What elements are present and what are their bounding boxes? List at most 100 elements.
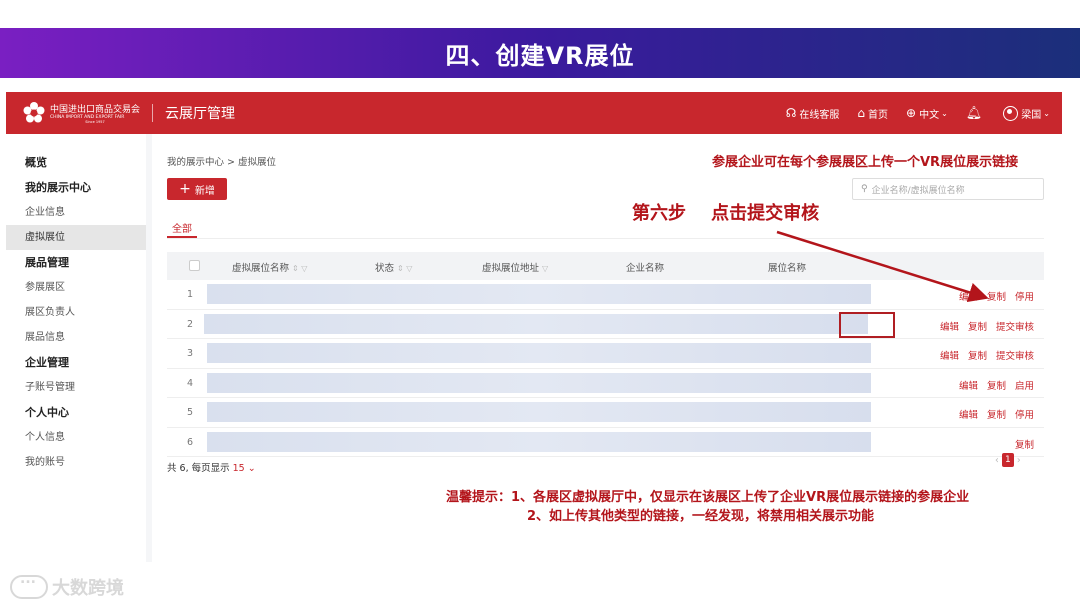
sidebar-item-display-center[interactable]: 我的展示中心 <box>6 175 146 200</box>
page-number-button[interactable]: 1 <box>1001 453 1014 467</box>
search-placeholder: 企业名称/虚拟展位名称 <box>871 185 965 196</box>
row-actions: 复制 <box>1015 437 1034 451</box>
copy-link[interactable]: 复制 <box>968 319 987 333</box>
table-header: 虚拟展位名称 ⇕ ▽ 状态 ⇕ ▽ 虚拟展位地址 ▽ 企业名称 展位名称 <box>167 252 1044 280</box>
select-all-checkbox[interactable] <box>189 260 200 271</box>
sidebar-item-company-management[interactable]: 企业管理 <box>6 350 146 375</box>
blurred-row-content <box>204 313 868 334</box>
annotation-top-note: 参展企业可在每个参展展区上传一个VR展位展示链接 <box>712 155 1019 170</box>
table-row: 2 编辑 复制 提交审核 <box>167 310 1044 339</box>
enable-link[interactable]: 启用 <box>1015 378 1034 392</box>
annotation-tip-2: 2、如上传其他类型的链接，一经发现，将禁用相关展示功能 <box>527 509 875 524</box>
pagination: ‹ 1 › <box>995 453 1021 467</box>
row-actions: 编辑 复制 提交审核 <box>940 319 1034 333</box>
edit-link[interactable]: 编辑 <box>959 289 978 303</box>
headset-icon: ☊ <box>785 106 797 120</box>
online-service-link[interactable]: ☊ 在线客服 <box>786 106 840 121</box>
sidebar-item-exhibit-info[interactable]: 展品信息 <box>6 325 146 350</box>
col-booth-name[interactable]: 虚拟展位名称 ⇕ ▽ <box>232 260 307 274</box>
edit-link[interactable]: 编辑 <box>940 348 959 362</box>
sidebar-item-my-account[interactable]: 我的账号 <box>6 450 146 475</box>
flower-logo-icon <box>23 102 45 123</box>
pagination-summary: 共 6, 每页显示 15 ⌄ <box>167 463 256 474</box>
globe-icon: ⊕ <box>906 106 917 120</box>
avatar-icon <box>1003 105 1019 121</box>
disable-link[interactable]: 停用 <box>1015 407 1034 421</box>
table-row: 3 编辑 复制 提交审核 <box>167 339 1044 369</box>
edit-link[interactable]: 编辑 <box>959 378 978 392</box>
slide-title: 四、创建VR展位 <box>445 41 635 70</box>
table-row: 5 编辑 复制 停用 <box>167 398 1044 428</box>
col-stand-name: 展位名称 <box>768 263 807 274</box>
col-booth-address[interactable]: 虚拟展位地址 ▽ <box>482 260 548 274</box>
header-divider <box>152 104 154 122</box>
sidebar-item-personal-info[interactable]: 个人信息 <box>6 425 146 450</box>
annotation-step: 第六步 点击提交审核 <box>632 203 820 224</box>
copy-link[interactable]: 复制 <box>987 289 1006 303</box>
language-dropdown[interactable]: ⊕ 中文 ⌄ <box>906 106 948 121</box>
col-company-name: 企业名称 <box>626 263 665 274</box>
watermark-logo-icon <box>10 571 48 599</box>
sidebar-item-overview[interactable]: 概览 <box>6 150 146 175</box>
blurred-row-content <box>207 431 871 452</box>
sidebar-item-exhibit-zone[interactable]: 参展展区 <box>6 275 146 300</box>
chevron-down-icon: ⌄ <box>1043 108 1050 118</box>
user-menu[interactable]: 梁国 ⌄ <box>1003 105 1050 121</box>
breadcrumb: 我的展示中心 > 虚拟展位 <box>167 157 276 168</box>
home-icon: ⌂ <box>857 106 866 120</box>
table-row: 4 编辑 复制 启用 <box>167 369 1044 398</box>
edit-link[interactable]: 编辑 <box>959 407 978 421</box>
highlight-box <box>839 312 895 338</box>
search-icon: ⚲ <box>861 184 868 194</box>
sort-icon: ⇕ ▽ <box>292 264 308 273</box>
notification-bell[interactable]: 🔔︎ <box>966 106 986 121</box>
blurred-row-content <box>207 372 871 393</box>
filter-icon: ▽ <box>542 264 549 273</box>
row-actions: 编辑 复制 停用 <box>959 289 1034 303</box>
search-input[interactable]: ⚲ 企业名称/虚拟展位名称 <box>852 178 1044 200</box>
annotation-tip-1: 温馨提示：1、各展区虚拟展厅中，仅显示在该展区上传了企业VR展位展示链接的参展企… <box>446 490 970 505</box>
table-row: 6 复制 <box>167 428 1044 457</box>
sidebar-item-personal-center[interactable]: 个人中心 <box>6 400 146 425</box>
sidebar-item-zone-manager[interactable]: 展区负责人 <box>6 300 146 325</box>
copy-link[interactable]: 复制 <box>1015 437 1034 451</box>
blurred-row-content <box>207 402 871 422</box>
copy-link[interactable]: 复制 <box>987 378 1006 392</box>
page-size-select[interactable]: 15 ⌄ <box>233 463 256 474</box>
sidebar-item-sub-accounts[interactable]: 子账号管理 <box>6 375 146 400</box>
edit-link[interactable]: 编辑 <box>940 319 959 333</box>
blurred-row-content <box>207 284 871 304</box>
next-page-button[interactable]: › <box>1017 455 1021 466</box>
watermark: 大数跨境 <box>10 571 124 600</box>
add-button[interactable]: + 新增 <box>167 178 227 200</box>
chevron-down-icon: ⌄ <box>941 108 948 118</box>
tab-divider <box>167 238 1044 239</box>
sidebar: 概览 我的展示中心 企业信息 虚拟展位 展品管理 参展展区 展区负责人 展品信息… <box>6 134 146 562</box>
bell-icon: 🔔︎ <box>965 105 983 121</box>
submit-review-link[interactable]: 提交审核 <box>996 319 1034 333</box>
prev-page-button[interactable]: ‹ <box>995 455 999 466</box>
col-status[interactable]: 状态 ⇕ ▽ <box>375 260 412 274</box>
blurred-row-content <box>207 343 871 363</box>
sidebar-item-exhibit-management[interactable]: 展品管理 <box>6 250 146 275</box>
logo-cn-text: 中国进出口商品交易会 <box>50 105 141 115</box>
tab-all[interactable]: 全部 <box>172 220 192 235</box>
logo-since-text: Since 1957 <box>85 120 105 124</box>
sidebar-item-virtual-booth[interactable]: 虚拟展位 <box>6 225 146 250</box>
table-row: 1 编辑 复制 停用 <box>167 280 1044 310</box>
sidebar-item-company-info[interactable]: 企业信息 <box>6 200 146 225</box>
copy-link[interactable]: 复制 <box>987 407 1006 421</box>
top-header: 中国进出口商品交易会 CHINA IMPORT AND EXPORT FAIR … <box>6 92 1062 134</box>
row-actions: 编辑 复制 停用 <box>959 407 1034 421</box>
copy-link[interactable]: 复制 <box>968 348 987 362</box>
disable-link[interactable]: 停用 <box>1015 289 1034 303</box>
app-title: 云展厅管理 <box>165 106 236 122</box>
row-actions: 编辑 复制 提交审核 <box>940 348 1034 362</box>
header-actions: ☊ 在线客服 ⌂ 首页 ⊕ 中文 ⌄ 🔔︎ 梁国 ⌄ <box>768 105 1050 121</box>
slide-banner: 四、创建VR展位 <box>0 28 1080 78</box>
fair-logo[interactable]: 中国进出口商品交易会 CHINA IMPORT AND EXPORT FAIR … <box>22 101 140 125</box>
plus-icon: + <box>179 181 191 197</box>
booth-table: 虚拟展位名称 ⇕ ▽ 状态 ⇕ ▽ 虚拟展位地址 ▽ 企业名称 展位名称 1 编… <box>167 252 1044 457</box>
submit-review-link[interactable]: 提交审核 <box>996 348 1034 362</box>
home-link[interactable]: ⌂ 首页 <box>857 106 888 121</box>
